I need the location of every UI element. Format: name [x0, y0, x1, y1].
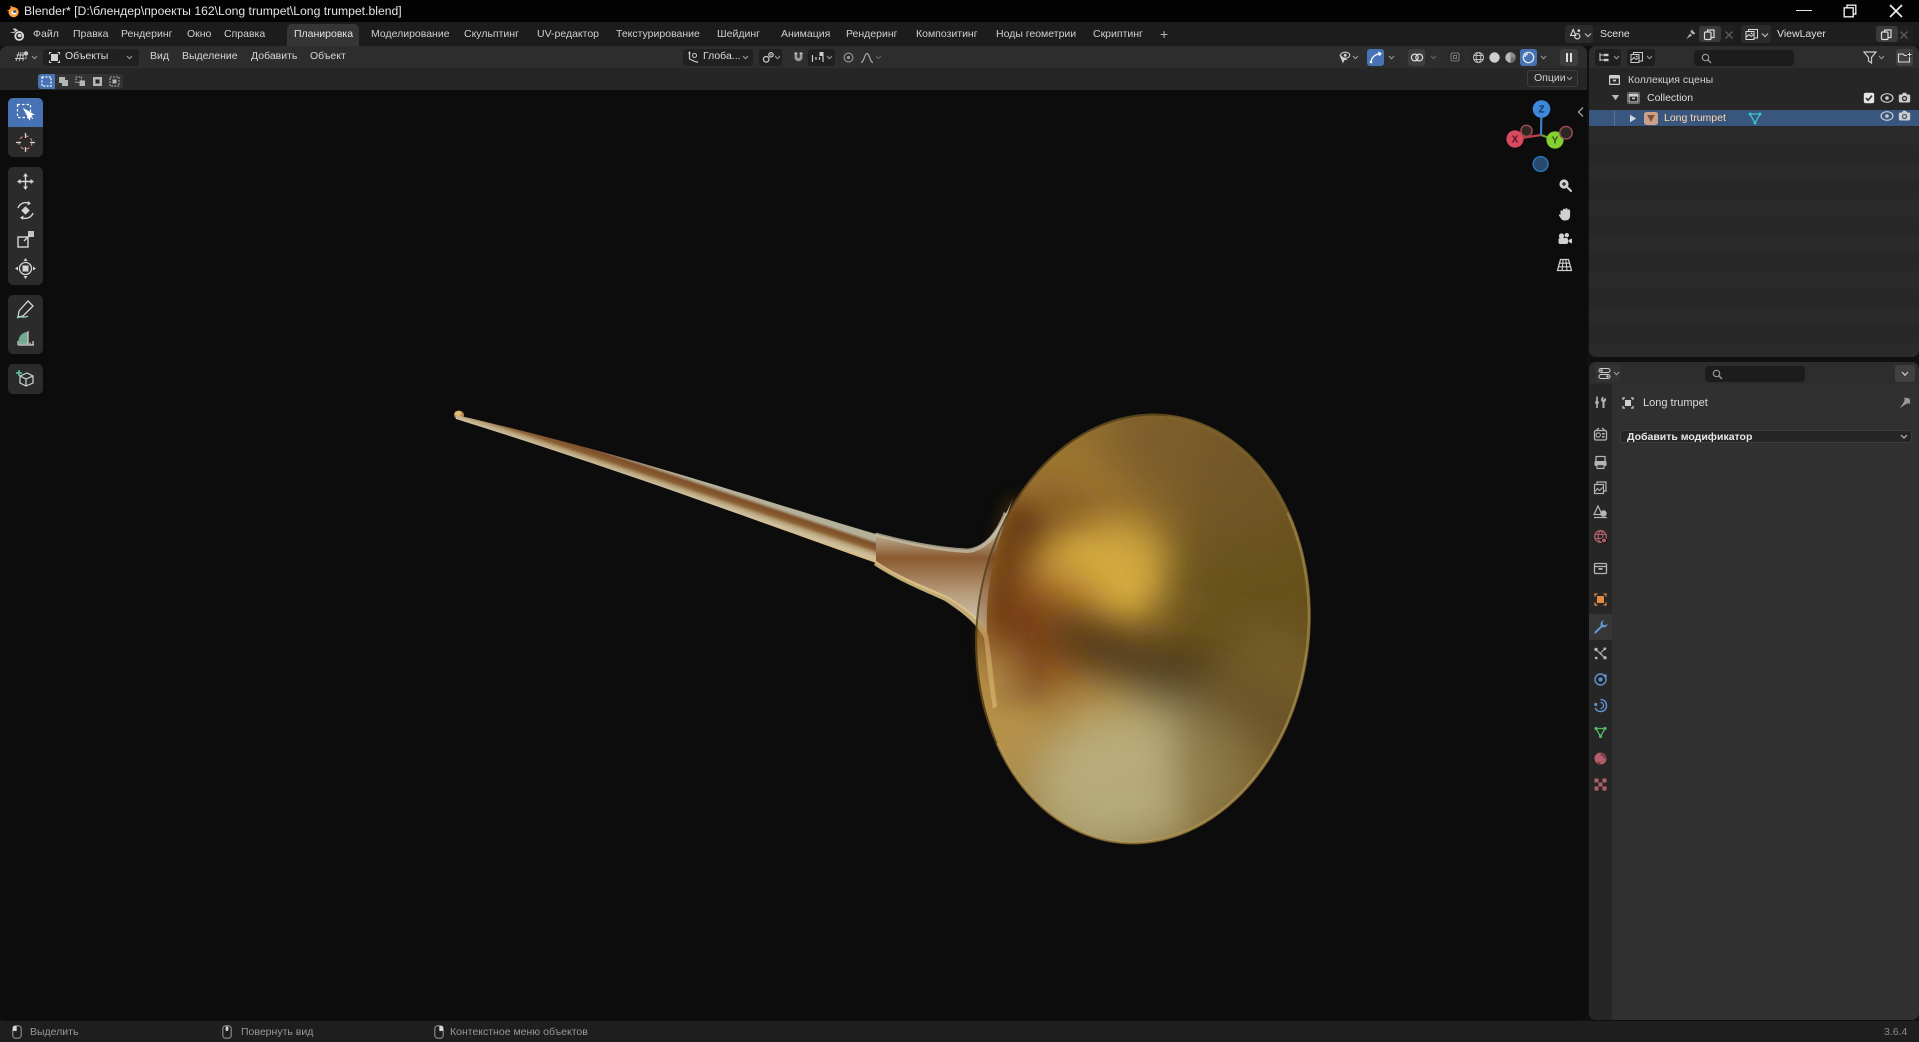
svg-text:X: X: [1512, 135, 1519, 146]
svg-text:Y: Y: [1552, 136, 1559, 147]
svg-text:Z: Z: [1538, 105, 1544, 116]
